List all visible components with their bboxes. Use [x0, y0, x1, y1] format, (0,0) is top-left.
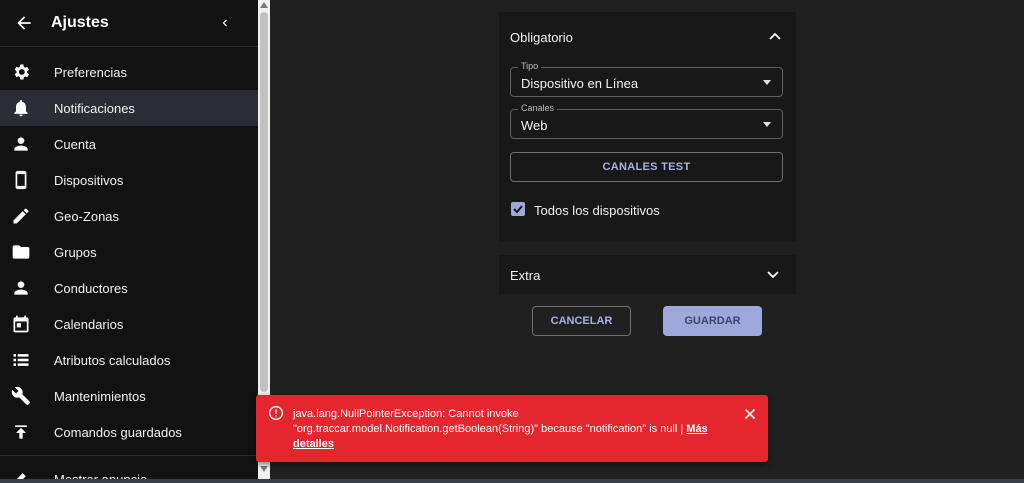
type-label: Tipo [518, 61, 542, 71]
sidebar-item-dispositivos[interactable]: Dispositivos [0, 162, 258, 198]
sidebar-item-label: Atributos calculados [54, 352, 171, 368]
sidebar-item-calendarios[interactable]: Calendarios [0, 306, 258, 342]
pencil-icon [13, 208, 29, 224]
arrow-back-icon[interactable] [14, 13, 34, 33]
chevron-down-icon[interactable] [767, 271, 779, 279]
wrench-icon [11, 386, 31, 406]
accordion-extra[interactable]: Extra [499, 255, 796, 294]
sidebar-item-label: Dispositivos [54, 172, 124, 188]
test-channels-button[interactable]: CANALES TEST [510, 152, 783, 182]
taskbar-edge [0, 479, 1024, 483]
upload-icon [15, 425, 27, 439]
sidebar-item-label: Preferencias [54, 64, 127, 80]
cancel-button[interactable]: CANCELAR [532, 306, 631, 336]
accordion-extra-title: Extra [510, 268, 541, 283]
all-devices-label: Todos los dispositivos [534, 203, 660, 218]
person-icon [14, 281, 28, 295]
save-button[interactable]: GUARDAR [663, 306, 762, 336]
sidebar-item-label: Mantenimientos [54, 388, 146, 404]
bell-icon [14, 100, 28, 117]
sidebar-item-notificaciones[interactable]: Notificaciones [0, 90, 258, 126]
checkmark-icon [513, 205, 523, 214]
sidebar-item-comandos-guardados[interactable]: Comandos guardados [0, 414, 258, 450]
sidebar-item-conductores[interactable]: Conductores [0, 270, 258, 306]
sidebar-divider [0, 455, 258, 456]
gear-icon [14, 64, 30, 80]
channels-label: Canales [518, 103, 558, 113]
sidebar-item-label: Geo-Zonas [54, 208, 120, 224]
chevron-up-icon[interactable] [769, 32, 781, 40]
sidebar-item-label: Calendarios [54, 316, 124, 332]
sidebar-item-mantenimientos[interactable]: Mantenimientos [0, 378, 258, 414]
sidebar-item-label: Comandos guardados [54, 424, 182, 440]
person-icon [14, 137, 28, 151]
dropdown-arrow-icon [763, 80, 771, 85]
sidebar-item-grupos[interactable]: Grupos [0, 234, 258, 270]
settings-sidebar: Ajustes Preferencias Notificaciones Cuen… [0, 0, 258, 483]
error-outline-icon [269, 406, 283, 420]
scrollbar-thumb[interactable] [260, 12, 268, 392]
channels-value: Web [521, 118, 548, 133]
sidebar-item-label: Cuenta [54, 136, 96, 152]
sidebar-item-label: Conductores [54, 280, 128, 296]
all-devices-checkbox[interactable] [511, 202, 525, 216]
error-toast: java.lang.NullPointerException: Cannot i… [256, 395, 768, 462]
scroll-up-arrow-icon[interactable] [260, 2, 268, 8]
phone-icon [15, 170, 27, 190]
folder-icon [12, 245, 30, 259]
channels-select[interactable]: Canales Web [510, 103, 783, 139]
dropdown-arrow-icon [763, 122, 771, 127]
list-icon [13, 354, 29, 366]
sidebar-item-label: Grupos [54, 244, 97, 260]
scroll-down-arrow-icon[interactable] [260, 466, 268, 472]
accordion-required: Obligatorio Tipo Dispositivo en Línea Ca… [499, 12, 796, 242]
sidebar-item-atributos-calculados[interactable]: Atributos calculados [0, 342, 258, 378]
calendar-icon [13, 315, 29, 333]
close-icon[interactable] [744, 408, 756, 420]
type-value: Dispositivo en Línea [521, 76, 639, 91]
error-text: java.lang.NullPointerException: Cannot i… [293, 408, 687, 435]
sidebar-item-label: Notificaciones [54, 100, 135, 116]
sidebar-header: Ajustes [0, 0, 258, 47]
accordion-required-title[interactable]: Obligatorio [510, 30, 573, 45]
type-select[interactable]: Tipo Dispositivo en Línea [510, 61, 783, 97]
sidebar-title: Ajustes [51, 14, 109, 31]
sidebar-item-geozonas[interactable]: Geo-Zonas [0, 198, 258, 234]
error-message: java.lang.NullPointerException: Cannot i… [293, 407, 733, 452]
sidebar-item-preferencias[interactable]: Preferencias [0, 54, 258, 90]
chevron-left-icon[interactable] [218, 14, 232, 32]
sidebar-item-cuenta[interactable]: Cuenta [0, 126, 258, 162]
